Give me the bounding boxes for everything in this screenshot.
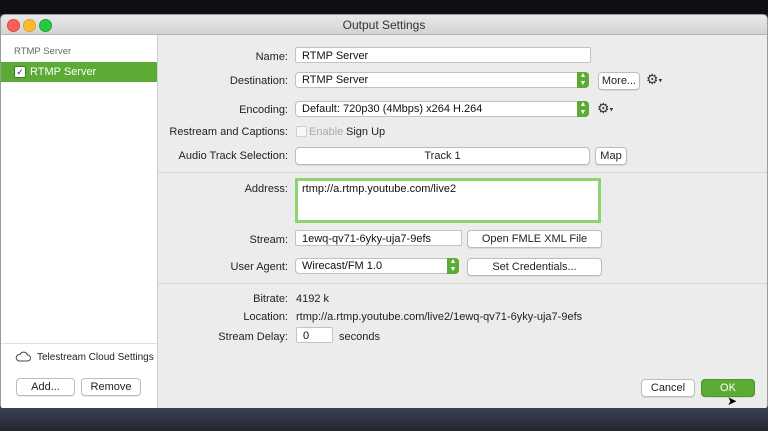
encoding-value: Default: 720p30 (4Mbps) x264 H.264	[302, 103, 483, 115]
chevron-updown-icon: ▲ ▼	[577, 72, 589, 88]
desktop-top-strip	[0, 0, 768, 14]
pointer-cursor-icon: ➤	[727, 394, 738, 408]
sidebar-item-rtmp-server[interactable]: ✓ RTMP Server	[1, 62, 157, 82]
name-field[interactable]: RTMP Server	[295, 47, 591, 63]
checkbox-icon[interactable]: ✓	[14, 66, 26, 78]
stream-label: Stream:	[249, 234, 288, 246]
address-label: Address:	[244, 183, 288, 195]
address-field[interactable]: rtmp://a.rtmp.youtube.com/live2	[295, 178, 601, 223]
user-agent-select[interactable]: Wirecast/FM 1.0 ▲ ▼	[295, 258, 459, 274]
encoding-label: Encoding:	[239, 104, 288, 116]
set-credentials-button[interactable]: Set Credentials...	[467, 258, 602, 276]
enable-checkbox[interactable]	[296, 126, 307, 137]
more-button[interactable]: More...	[598, 72, 640, 90]
sidebar: RTMP Server ✓ RTMP Server Telestream Clo…	[1, 35, 158, 409]
restream-label: Restream and Captions:	[169, 126, 288, 138]
sidebar-divider	[1, 343, 157, 344]
chevron-updown-icon: ▲ ▼	[577, 101, 589, 117]
title-bar: Output Settings	[1, 15, 767, 35]
cloud-settings-label: Telestream Cloud Settings	[37, 352, 154, 363]
user-agent-label: User Agent:	[230, 261, 288, 273]
chevron-updown-icon: ▲ ▼	[447, 258, 459, 274]
cancel-button[interactable]: Cancel	[641, 379, 695, 397]
stream-delay-unit: seconds	[339, 331, 380, 343]
sidebar-heading: RTMP Server	[14, 46, 72, 57]
user-agent-value: Wirecast/FM 1.0	[302, 260, 383, 272]
audio-track-label: Audio Track Selection:	[178, 150, 288, 162]
bitrate-value: 4192 k	[296, 293, 330, 305]
sign-up-link[interactable]: Sign Up	[346, 126, 385, 138]
location-label: Location:	[243, 311, 288, 323]
section-divider	[158, 283, 767, 284]
gear-icon[interactable]: ⚙▾	[646, 71, 662, 88]
cloud-icon	[15, 351, 31, 362]
destination-select[interactable]: RTMP Server ▲ ▼	[295, 72, 589, 88]
desktop-bottom-strip	[0, 408, 768, 431]
destination-value: RTMP Server	[302, 74, 369, 86]
remove-button[interactable]: Remove	[81, 378, 141, 396]
stream-key-field[interactable]: 1ewq-qv71-6yky-uja7-9efs	[295, 230, 462, 246]
map-button[interactable]: Map	[595, 147, 627, 165]
location-value: rtmp://a.rtmp.youtube.com/live2/1ewq-qv7…	[296, 311, 583, 323]
sidebar-item-label: RTMP Server	[30, 66, 97, 78]
enable-label: Enable	[309, 126, 344, 138]
open-fmle-button[interactable]: Open FMLE XML File	[467, 230, 602, 248]
output-settings-window: Output Settings RTMP Server ✓ RTMP Serve…	[0, 14, 768, 410]
add-button[interactable]: Add...	[16, 378, 75, 396]
encoding-select[interactable]: Default: 720p30 (4Mbps) x264 H.264 ▲ ▼	[295, 101, 589, 117]
stream-delay-field[interactable]: 0	[296, 327, 333, 343]
audio-track-button[interactable]: Track 1	[295, 147, 590, 165]
bitrate-label: Bitrate:	[253, 293, 288, 305]
destination-label: Destination:	[229, 75, 288, 87]
window-title: Output Settings	[342, 18, 426, 32]
stream-delay-label: Stream Delay:	[218, 331, 288, 343]
section-divider	[158, 172, 767, 173]
gear-icon[interactable]: ⚙▾	[597, 100, 613, 117]
name-label: Name:	[255, 51, 288, 63]
